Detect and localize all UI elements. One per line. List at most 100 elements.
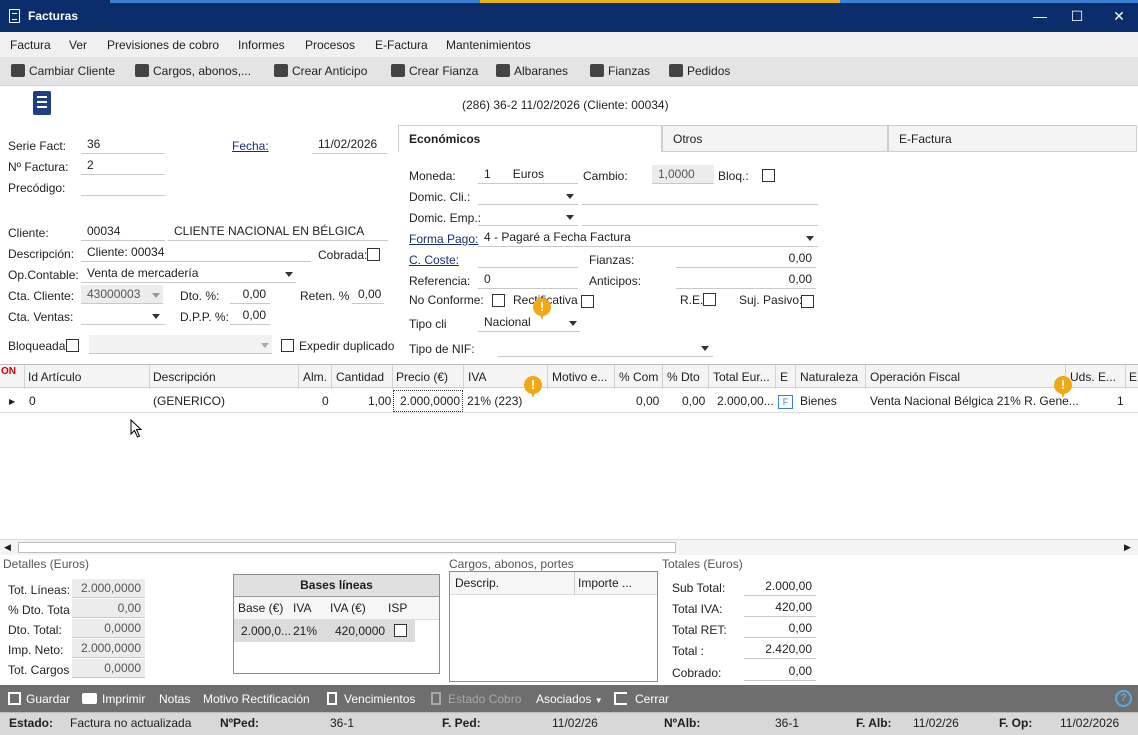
cell-alm[interactable]: 0	[322, 394, 329, 408]
sujpasivo-checkbox[interactable]	[801, 295, 814, 308]
tab-otros[interactable]: Otros	[662, 125, 888, 152]
cell-naturaleza[interactable]: Bienes	[800, 394, 837, 408]
col-total[interactable]: Total Eur...	[713, 370, 770, 384]
scroll-right-icon[interactable]: ▶	[1124, 542, 1131, 553]
expedir-checkbox[interactable]	[281, 339, 294, 352]
tiponif-select[interactable]	[498, 338, 713, 357]
referencia-field[interactable]: 0	[478, 270, 578, 289]
cerrar-button[interactable]: Cerrar	[614, 692, 669, 706]
cell-e[interactable]: F	[778, 395, 793, 409]
reten-field[interactable]: 0,00	[352, 285, 384, 304]
cargos-title: Cargos, abonos, portes	[449, 557, 574, 571]
menu-procesos[interactable]: Procesos	[305, 38, 355, 52]
dto-field[interactable]: 0,00	[230, 285, 270, 304]
noconforme-checkbox[interactable]	[492, 294, 505, 307]
menu-previsiones[interactable]: Previsiones de cobro	[107, 38, 219, 52]
help-icon[interactable]: ?	[1115, 690, 1132, 707]
col-com[interactable]: % Com	[619, 370, 658, 384]
ctacliente-select[interactable]: 43000003	[81, 285, 163, 304]
horizontal-scrollbar[interactable]: ◀ ▶	[0, 539, 1138, 555]
bloq-checkbox[interactable]	[762, 169, 775, 182]
cargos-button[interactable]: Cargos, abonos,...	[135, 64, 251, 78]
rectificativa-checkbox[interactable]	[581, 295, 594, 308]
col-alm[interactable]: Alm.	[303, 370, 327, 384]
col-id-articulo[interactable]: Id Artículo	[28, 370, 81, 384]
opcontable-select[interactable]: Venta de mercadería	[81, 264, 296, 283]
col-e[interactable]: E	[780, 370, 788, 384]
cobrada-checkbox[interactable]	[367, 248, 380, 261]
col-uds[interactable]: Uds. E...	[1070, 370, 1116, 384]
formapago-select[interactable]: 4 - Pagaré a Fecha Factura	[478, 228, 818, 247]
col-cantidad[interactable]: Cantidad	[336, 370, 384, 384]
cell-desc[interactable]: (GENERICO)	[153, 394, 225, 408]
formapago-link[interactable]: Forma Pago:	[409, 232, 478, 246]
close-button[interactable]: ✕	[1102, 4, 1136, 28]
warning-icon: !	[1054, 376, 1074, 400]
domemp-select[interactable]	[478, 207, 578, 226]
crear-anticipo-button[interactable]: Crear Anticipo	[274, 64, 367, 78]
minimize-button[interactable]: —	[1023, 4, 1057, 28]
ccoste-link[interactable]: C. Coste:	[409, 253, 459, 267]
ccoste-field[interactable]	[478, 249, 578, 268]
cell-dto[interactable]: 0,00	[682, 394, 705, 408]
save-icon	[8, 692, 21, 705]
bloqueada-select[interactable]	[89, 335, 272, 354]
maximize-button[interactable]: ☐	[1060, 4, 1094, 28]
cell-uds[interactable]: 1	[1117, 394, 1124, 408]
fecha-link[interactable]: Fecha:	[232, 139, 269, 153]
guardar-button[interactable]: Guardar	[8, 692, 70, 706]
menu-mantenimientos[interactable]: Mantenimientos	[446, 38, 531, 52]
precodigo-field[interactable]	[81, 177, 165, 196]
nfactura-field[interactable]: 2	[81, 156, 165, 175]
fecha-field[interactable]: 11/02/2026	[312, 135, 387, 154]
tab-efactura[interactable]: E-Factura	[888, 125, 1137, 152]
col-iva[interactable]: IVA	[468, 370, 486, 384]
cliente-code-field[interactable]: 00034	[81, 222, 165, 241]
bases-col-iva-eur: IVA (€)	[330, 601, 366, 615]
col-dto[interactable]: % Dto	[667, 370, 700, 384]
moneda-field[interactable]: 1 Euros	[478, 165, 578, 184]
imprimir-button[interactable]: Imprimir	[82, 692, 145, 706]
col-precio[interactable]: Precio (€)	[396, 370, 448, 384]
cambiar-cliente-button[interactable]: Cambiar Cliente	[11, 64, 115, 78]
tipocli-select[interactable]: Nacional	[478, 313, 580, 332]
col-e2[interactable]: E	[1129, 370, 1137, 384]
referencia-label: Referencia:	[409, 274, 471, 288]
cell-precio[interactable]: 2.000,0000	[393, 390, 463, 412]
isp-checkbox[interactable]	[394, 624, 407, 637]
menu-efactura[interactable]: E-Factura	[375, 38, 428, 52]
re-checkbox[interactable]	[703, 293, 716, 306]
domcli-select[interactable]	[478, 186, 578, 205]
col-descripcion[interactable]: Descripción	[153, 370, 216, 384]
scroll-left-icon[interactable]: ◀	[4, 542, 11, 553]
menu-informes[interactable]: Informes	[238, 38, 285, 52]
fianzas-button[interactable]: Fianzas	[590, 64, 650, 78]
scroll-thumb[interactable]	[18, 542, 676, 553]
menu-factura[interactable]: Factura	[10, 38, 51, 52]
cell-cantidad[interactable]: 1,00	[368, 394, 391, 408]
pedidos-button[interactable]: Pedidos	[669, 64, 730, 78]
crear-fianza-button[interactable]: Crear Fianza	[391, 64, 478, 78]
descripcion-field[interactable]: Cliente: 00034	[81, 243, 311, 262]
fop-label: F. Op:	[999, 716, 1033, 730]
asociados-button[interactable]: Asociados ▼	[536, 692, 603, 706]
col-naturaleza[interactable]: Naturaleza	[800, 370, 858, 384]
vencimientos-button[interactable]: Vencimientos	[327, 692, 415, 706]
albaranes-button[interactable]: Albaranes	[496, 64, 568, 78]
cell-opfiscal[interactable]: Venta Nacional Bélgica 21% R. Gene...	[870, 394, 1079, 408]
menu-ver[interactable]: Ver	[69, 38, 87, 52]
dpp-field[interactable]: 0,00	[230, 306, 270, 325]
cell-com[interactable]: 0,00	[636, 394, 659, 408]
serie-field[interactable]: 36	[81, 135, 165, 154]
col-operacion-fiscal[interactable]: Operación Fiscal	[870, 370, 960, 384]
cell-id[interactable]: 0	[29, 394, 36, 408]
bloqueada-checkbox[interactable]	[66, 339, 79, 352]
motivo-rectificacion-button[interactable]: Motivo Rectificación	[203, 692, 310, 706]
notas-button[interactable]: Notas	[159, 692, 190, 706]
chevron-down-icon	[701, 346, 709, 351]
tab-economicos[interactable]: Económicos	[398, 125, 662, 152]
total-value: 0,00	[744, 619, 816, 638]
cell-total[interactable]: 2.000,00...	[717, 394, 774, 408]
cell-iva[interactable]: 21% (223)	[467, 394, 522, 408]
col-motivo[interactable]: Motivo e...	[552, 370, 607, 384]
